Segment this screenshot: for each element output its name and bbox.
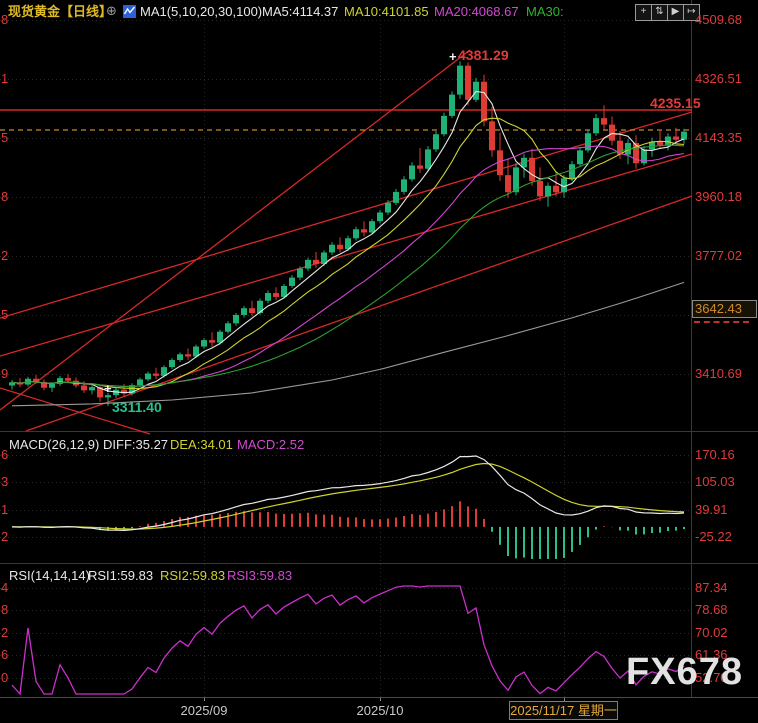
clipped-left-tick-label: 4	[1, 580, 9, 595]
clipped-left-tick-label: 8	[1, 189, 9, 204]
yaxis-tick-label: 3960.18	[695, 189, 742, 204]
clipped-left-tick-label: 5	[1, 307, 9, 322]
low-price-annotation: 3311.40	[112, 399, 162, 415]
clipped-left-tick-label: 3	[1, 474, 9, 489]
yaxis-tick-label: 70.02	[695, 625, 728, 640]
clipped-left-tick-label: 8	[1, 12, 9, 27]
fx678-watermark: FX678	[626, 651, 743, 693]
pan-icon[interactable]: +	[635, 4, 652, 21]
xaxis-label-october: 2025/10	[356, 703, 404, 718]
yaxis-tick-label: 78.68	[695, 602, 728, 617]
xaxis-label-september: 2025/09	[180, 703, 228, 718]
macd-dea-value: DEA:34.01	[170, 437, 233, 452]
yaxis-tick-label: 4326.51	[695, 71, 742, 86]
low-cross-marker: +	[104, 381, 112, 396]
clipped-left-tick-label: 8	[1, 602, 9, 617]
yaxis-tick-label: 3777.02	[695, 248, 742, 263]
fit-vertical-icon[interactable]: ⇅	[651, 4, 668, 21]
rsi-params-label: RSI(14,14,14)	[9, 568, 90, 583]
peak-cross-marker: +	[449, 49, 457, 64]
clipped-left-tick-label: 1	[1, 502, 9, 517]
circle-plus-icon[interactable]: ⊕	[106, 3, 117, 19]
rsi3-value: RSI3:59.83	[227, 568, 293, 583]
clipped-left-tick-label: 2	[1, 625, 9, 640]
clipped-left-tick-label: 5	[1, 130, 9, 145]
macd-params-label: MACD(26,12,9)	[9, 437, 100, 452]
yaxis-tick-label: 105.03	[695, 474, 735, 489]
ma-params-label: MA1(5,10,20,30,100)	[140, 4, 263, 19]
yaxis-tick-label: 170.16	[695, 447, 735, 462]
rsi2-value: RSI2:59.83	[160, 568, 226, 583]
labels-layer: 现货黄金【日线】 ⊕ MA1(5,10,20,30,100) MA5:4114.…	[0, 0, 758, 723]
current-date-badge: 2025/11/17 星期一	[509, 701, 618, 720]
clipped-left-tick-label: 6	[1, 447, 9, 462]
macd-diff-value: DIFF:35.27	[103, 437, 169, 452]
ma10-value: MA10:4101.85	[344, 4, 429, 19]
resistance-price-annotation: 4235.15	[650, 95, 701, 111]
price-alert-badge[interactable]: 3642.43	[692, 300, 757, 318]
yaxis-tick-label: 87.34	[695, 580, 728, 595]
peak-price-annotation: 4381.29	[458, 47, 509, 63]
clipped-left-tick-label: 0	[1, 670, 9, 685]
yaxis-tick-label: 4509.68	[695, 12, 742, 27]
rsi1-value: RSI1:59.83	[88, 568, 154, 583]
ma30-value: MA30:	[526, 4, 564, 19]
clipped-left-tick-label: 6	[1, 647, 9, 662]
hidden-axis-label-dashes	[694, 321, 749, 323]
symbol-title[interactable]: 现货黄金【日线】	[8, 4, 112, 20]
play-to-latest-icon[interactable]: ▶	[667, 4, 684, 21]
clipped-left-tick-label: 9	[1, 366, 9, 381]
trading-chart-window: 现货黄金【日线】 ⊕ MA1(5,10,20,30,100) MA5:4114.…	[0, 0, 758, 723]
ma20-value: MA20:4068.67	[434, 4, 519, 19]
clipped-left-tick-label: 2	[1, 248, 9, 263]
yaxis-tick-label: 39.91	[695, 502, 728, 517]
clipped-left-tick-label: 1	[1, 71, 9, 86]
mini-chart-icon[interactable]	[123, 5, 136, 18]
ma5-value: MA5:4114.37	[262, 4, 339, 19]
yaxis-tick-label: 3410.69	[695, 366, 742, 381]
yaxis-tick-label: 4143.35	[695, 130, 742, 145]
clipped-left-tick-label: 2	[1, 529, 9, 544]
yaxis-tick-label: -25.22	[695, 529, 732, 544]
macd-value: MACD:2.52	[237, 437, 305, 452]
